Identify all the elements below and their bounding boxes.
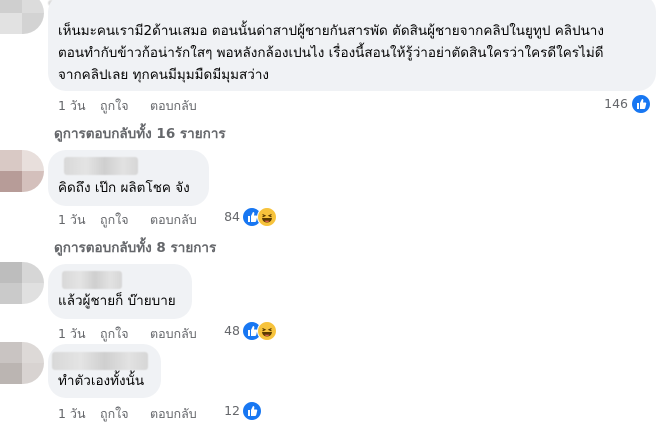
comment-text: แล้วผู้ชายก็ บ๊ายบาย (58, 293, 176, 309)
comment-bubble: คิดถึง เป๊ก ผลิตโชค จัง (48, 150, 209, 206)
comment-text-line: เห็นมะคนเรามี2ด้านเสมอ ตอนนั้นด่าสาปผู้ช… (58, 23, 604, 39)
timestamp-link[interactable]: 1 วัน (58, 404, 86, 424)
reply-button[interactable]: ตอบกลับ (150, 210, 197, 230)
reaction-count: 84 (224, 209, 240, 224)
reply-button[interactable]: ตอบกลับ (150, 404, 197, 424)
comment-text-line: จากคลิปเลย ทุกคนมีมุมมืดมีมุมสว่าง (58, 67, 270, 83)
reaction-count: 12 (224, 403, 240, 418)
reaction-summary[interactable]: 146 (604, 94, 652, 114)
timestamp-link[interactable]: 1 วัน (58, 96, 86, 116)
avatar[interactable] (0, 262, 44, 304)
like-button[interactable]: ถูกใจ (100, 404, 129, 424)
commenter-name[interactable] (64, 157, 138, 175)
commenter-name[interactable] (62, 271, 122, 289)
avatar[interactable] (0, 342, 44, 384)
comment-bubble: แล้วผู้ชายก็ บ๊ายบาย (48, 264, 192, 319)
like-button[interactable]: ถูกใจ (100, 210, 129, 230)
avatar[interactable] (0, 150, 44, 192)
reaction-summary[interactable]: 12 (220, 401, 264, 421)
comment-text: คิดถึง เป๊ก ผลิตโชค จัง (58, 180, 190, 196)
view-replies-link[interactable]: ดูการตอบกลับทั้ง 16 รายการ (54, 122, 226, 144)
reaction-summary[interactable]: 48 (220, 321, 280, 341)
reaction-count: 146 (604, 96, 628, 111)
like-button[interactable]: ถูกใจ (100, 324, 129, 344)
view-replies-link[interactable]: ดูการตอบกลับทั้ง 8 รายการ (54, 236, 216, 258)
comment-text: ทำตัวเองทั้งนั้น (58, 373, 145, 389)
haha-icon (257, 207, 277, 227)
like-icon (631, 94, 651, 114)
comment-text-line: ตอนทำกับข้าวก้อน่ารักใสๆ พอหลังกล้องเปนไ… (58, 45, 604, 61)
comment-bubble: เห็นมะคนเรามี2ด้านเสมอ ตอนนั้นด่าสาปผู้ช… (48, 0, 656, 91)
timestamp-link[interactable]: 1 วัน (58, 210, 86, 230)
commenter-name[interactable] (52, 352, 148, 370)
like-button[interactable]: ถูกใจ (100, 96, 129, 116)
comment-bubble: ทำตัวเองทั้งนั้น (48, 344, 161, 398)
like-icon (242, 401, 262, 421)
haha-icon (257, 321, 277, 341)
timestamp-link[interactable]: 1 วัน (58, 324, 86, 344)
reaction-summary[interactable]: 84 (220, 207, 280, 227)
reaction-count: 48 (224, 323, 240, 338)
reply-button[interactable]: ตอบกลับ (150, 96, 197, 116)
reply-button[interactable]: ตอบกลับ (150, 324, 197, 344)
avatar[interactable] (0, 0, 44, 34)
